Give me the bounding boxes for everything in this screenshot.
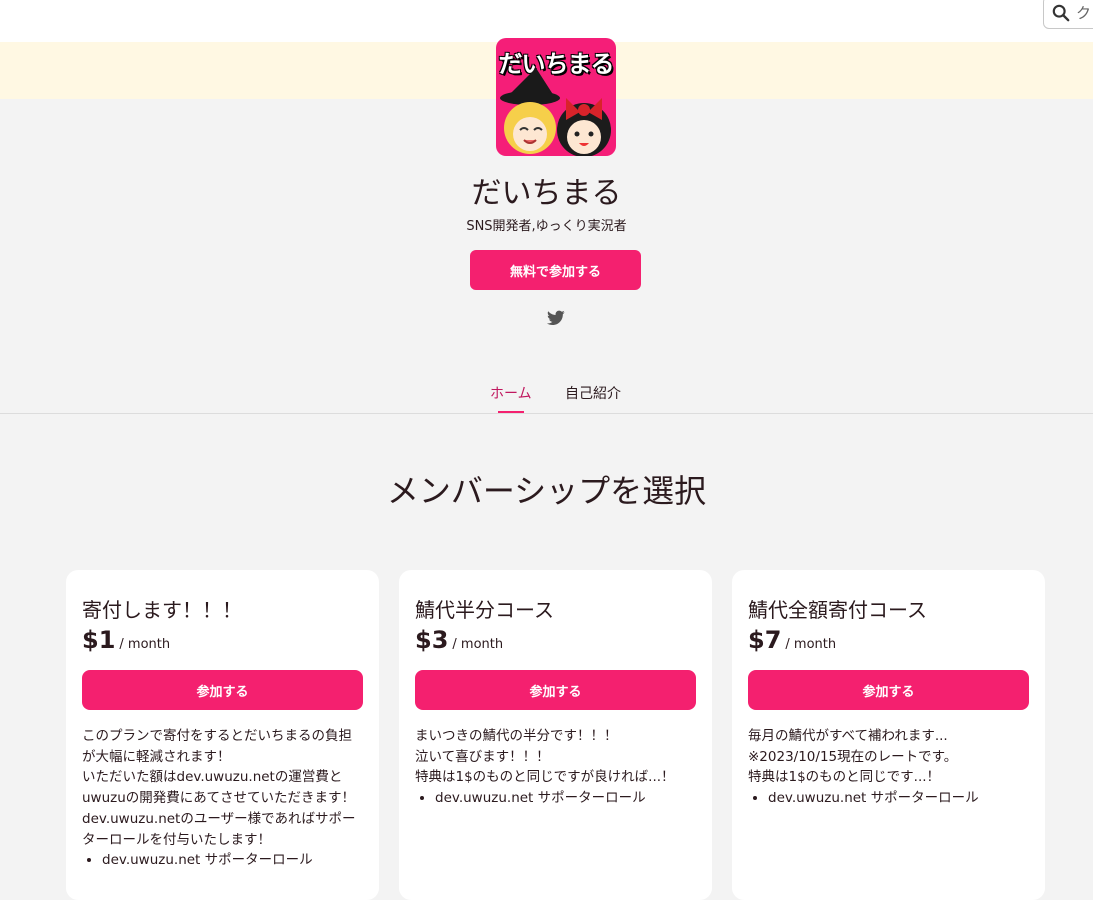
search-input[interactable]: ク xyxy=(1043,0,1093,29)
plan-description-line: が大幅に軽減されます！ xyxy=(82,748,231,765)
plan-card: 寄付します！！！ $1 / month 参加する このプランで寄付をするとだいち… xyxy=(66,570,379,900)
plan-description-line: ※2023/10/15現在のレートです。 xyxy=(748,748,958,765)
creator-description: SNS開発者,ゆっくり実況者 xyxy=(466,219,627,234)
benefit-item: dev.uwuzu.net サポーターロール xyxy=(768,788,1033,809)
plan-description-line: 特典は1$のものと同じです...！ xyxy=(748,769,941,786)
join-free-button[interactable]: 無料で参加する xyxy=(470,250,641,290)
plan-period: / month xyxy=(452,637,504,652)
creator-name: だいちまる xyxy=(471,176,622,211)
plan-price-row: $3 / month xyxy=(415,626,503,654)
tab-about[interactable]: 自己紹介 xyxy=(565,383,621,413)
plan-description: 毎月の鯖代がすべて補われます... ※2023/10/15現在のレートです。 特… xyxy=(748,726,1033,809)
plan-card: 鯖代全額寄付コース $7 / month 参加する 毎月の鯖代がすべて補われます… xyxy=(732,570,1045,900)
join-plan-button[interactable]: 参加する xyxy=(415,670,696,710)
plan-description-line: 毎月の鯖代がすべて補われます... xyxy=(748,728,948,744)
plan-period: / month xyxy=(119,637,171,652)
tab-divider xyxy=(0,413,1093,414)
section-title: メンバーシップを選択 xyxy=(386,472,707,510)
avatar-illustration xyxy=(500,68,611,156)
plan-description-line: 特典は1$のものと同じですが良ければ...！ xyxy=(415,769,675,786)
join-plan-button[interactable]: 参加する xyxy=(82,670,363,710)
plan-benefits: dev.uwuzu.net サポーターロール xyxy=(82,850,367,871)
tab-bar: ホーム 自己紹介 xyxy=(0,383,1093,413)
plan-price: $7 xyxy=(748,626,782,654)
twitter-icon[interactable] xyxy=(547,310,565,326)
plan-description: まいつきの鯖代の半分です！！！ 泣いて喜びます！！！ 特典は1$のものと同じです… xyxy=(415,726,700,809)
benefit-item: dev.uwuzu.net サポーターロール xyxy=(102,850,367,871)
plan-description-line: まいつきの鯖代の半分です！！！ xyxy=(415,728,618,744)
plan-card: 鯖代半分コース $3 / month 参加する まいつきの鯖代の半分です！！！ … xyxy=(399,570,712,900)
search-icon xyxy=(1052,4,1070,21)
benefit-item: dev.uwuzu.net サポーターロール xyxy=(435,788,700,809)
search-placeholder: ク xyxy=(1076,4,1092,22)
plan-price: $3 xyxy=(415,626,449,654)
plan-description: このプランで寄付をするとだいちまるの負担 が大幅に軽減されます！ いただいた額は… xyxy=(82,726,367,871)
plan-name: 鯖代半分コース xyxy=(415,598,554,622)
top-bar: ク xyxy=(0,0,1093,42)
plan-description-line: 泣いて喜びます！！！ xyxy=(415,748,550,765)
plan-description-line: dev.uwuzu.netのユーザー様であればサポー xyxy=(82,810,356,827)
plan-benefits: dev.uwuzu.net サポーターロール xyxy=(748,788,1033,809)
plan-description-line: いただいた額はdev.uwuzu.netの運営費と xyxy=(82,769,343,786)
plan-benefits: dev.uwuzu.net サポーターロール xyxy=(415,788,700,809)
plan-period: / month xyxy=(785,637,837,652)
plan-name: 鯖代全額寄付コース xyxy=(748,598,927,622)
plan-description-line: ターロールを付与いたします！ xyxy=(82,831,271,848)
plan-description-line: このプランで寄付をするとだいちまるの負担 xyxy=(82,728,352,744)
tab-home-label: ホーム xyxy=(490,386,532,402)
plan-name: 寄付します！！！ xyxy=(82,598,242,622)
tab-home[interactable]: ホーム xyxy=(490,383,532,413)
plan-price-row: $7 / month xyxy=(748,626,836,654)
plan-price-row: $1 / month xyxy=(82,626,170,654)
avatar: だいちまる xyxy=(496,38,616,156)
plan-price: $1 xyxy=(82,626,116,654)
join-plan-button[interactable]: 参加する xyxy=(748,670,1029,710)
tab-about-label: 自己紹介 xyxy=(565,386,621,402)
plan-description-line: uwuzuの開発費にあてさせていただきます！ xyxy=(82,790,356,807)
